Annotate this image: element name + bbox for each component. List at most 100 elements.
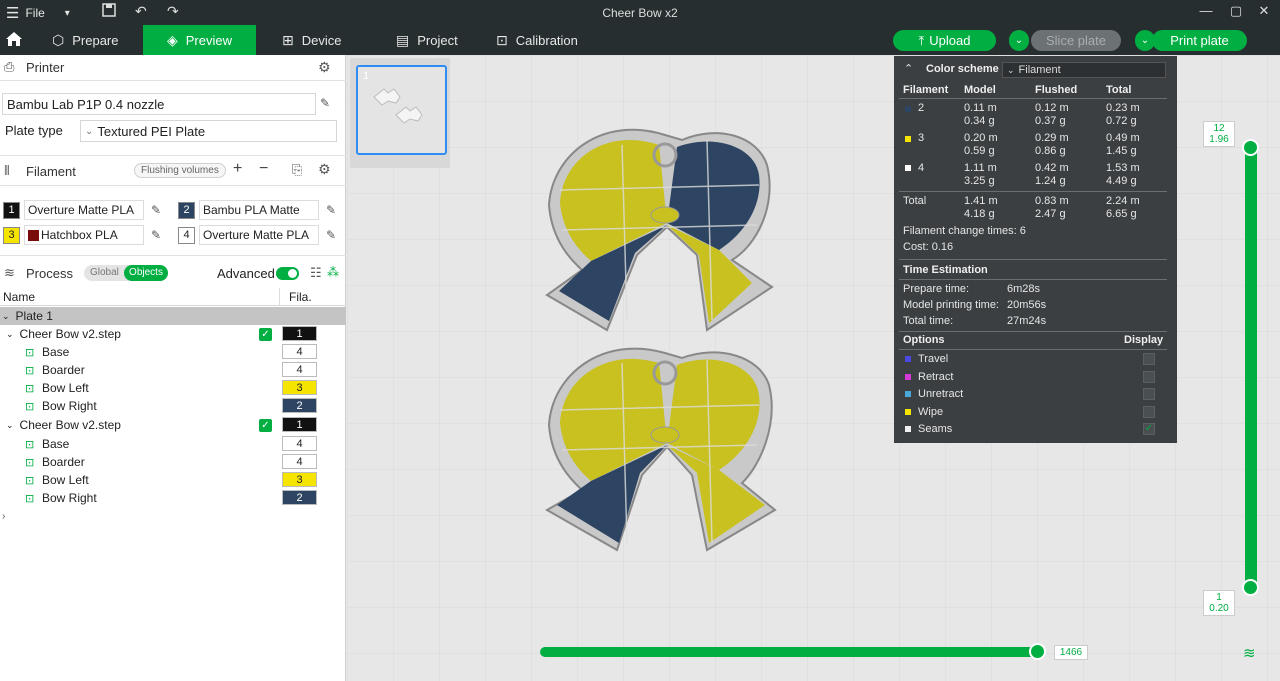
left-sidebar: ⎙ Printer ⚙ Bambu Lab P1P 0.4 nozzle ✎ P… <box>0 55 346 681</box>
object-filament[interactable]: 1 <box>282 326 317 341</box>
plate-type-label: Plate type <box>5 123 63 138</box>
flushing-volumes-button[interactable]: Flushing volumes <box>134 163 226 178</box>
flushed-length: 0.29 m <box>1035 132 1069 144</box>
layer-slider-bottom-handle[interactable] <box>1242 579 1259 596</box>
process-section-title: Process <box>26 265 73 281</box>
add-icon[interactable]: + <box>233 160 242 178</box>
collapse-icon[interactable]: ⌃ <box>904 62 913 75</box>
color-scheme-value: Filament <box>1018 64 1061 76</box>
remove-icon[interactable]: − <box>259 160 268 178</box>
layer-slider[interactable] <box>1245 146 1257 588</box>
unretract-checkbox[interactable] <box>1143 388 1155 400</box>
object-filament[interactable]: 1 <box>282 417 317 432</box>
edit-icon[interactable]: ✎ <box>326 228 336 242</box>
part-filament[interactable]: 3 <box>282 472 317 487</box>
part-row[interactable]: ⊡ Bow Left 3 <box>0 471 346 489</box>
chevron-down-icon: ⌄ <box>1007 64 1015 75</box>
part-row[interactable]: ⊡ Bow Left 3 <box>0 379 346 397</box>
retract-checkbox[interactable] <box>1143 371 1155 383</box>
redo-icon[interactable]: ↷ <box>167 3 179 20</box>
objects-option[interactable]: Objects <box>124 265 168 281</box>
divider <box>0 80 346 81</box>
layers-icon[interactable]: ≋ <box>1243 644 1256 662</box>
top-layer-height: 1.96 <box>1209 134 1229 145</box>
divider <box>899 279 1167 280</box>
flushed-weight: 0.86 g <box>1035 145 1066 157</box>
save-icon[interactable] <box>102 3 116 20</box>
tab-calibration[interactable]: ⊡ Calibration <box>486 25 596 55</box>
print-plate-label: Print plate <box>1170 33 1229 48</box>
plate-row[interactable]: ⌄ Plate 1 <box>0 307 346 325</box>
process-scope-toggle[interactable]: Global Objects <box>84 265 168 281</box>
edit-icon[interactable]: ✎ <box>151 203 161 217</box>
upload-label: Upload <box>929 33 971 48</box>
chevron-down-icon[interactable]: ▾ <box>65 8 70 19</box>
filament-slot-4[interactable]: 4 Overture Matte PLA <box>178 225 319 245</box>
tab-device[interactable]: ⊞ Device <box>272 25 372 55</box>
filament-slot-3[interactable]: 3 Hatchbox PLA <box>3 225 144 245</box>
list-view-icon[interactable]: ☷ <box>310 265 322 281</box>
slice-plate-button[interactable]: Slice plate <box>1031 30 1121 51</box>
undo-icon[interactable]: ↶ <box>135 3 147 20</box>
upload-dropdown[interactable]: ⌄ <box>1009 30 1029 51</box>
part-row[interactable]: ⊡ Boarder 4 <box>0 453 346 471</box>
seams-checkbox[interactable]: ✓ <box>1143 423 1155 435</box>
move-slider-handle[interactable] <box>1029 643 1046 660</box>
edit-icon[interactable]: ✎ <box>326 203 336 217</box>
chevron-down-icon[interactable]: ⌄ <box>6 329 14 340</box>
object-visible-checkbox[interactable]: ✓ <box>259 328 272 341</box>
tab-project[interactable]: ▤ Project <box>386 25 486 55</box>
minimize-icon[interactable]: — <box>1196 3 1216 18</box>
close-icon[interactable]: ✕ <box>1254 3 1274 19</box>
part-row[interactable]: ⊡ Bow Right 2 <box>0 489 346 507</box>
filament-section-title: Filament <box>26 163 76 179</box>
gear-icon[interactable]: ⚙ <box>318 161 331 178</box>
part-filament[interactable]: 4 <box>282 454 317 469</box>
upload-button[interactable]: ⤒ Upload <box>893 30 996 51</box>
chevron-down-icon[interactable]: ⌄ <box>6 420 14 431</box>
part-row[interactable]: ⊡ Bow Right 2 <box>0 397 346 415</box>
print-plate-button[interactable]: Print plate <box>1152 30 1247 51</box>
object-visible-checkbox[interactable]: ✓ <box>259 419 272 432</box>
wipe-checkbox[interactable] <box>1143 406 1155 418</box>
object-row[interactable]: ⌄ Cheer Bow v2.step ✓ 1 <box>0 416 346 434</box>
tab-prepare[interactable]: ⬡ Prepare <box>42 25 142 55</box>
prepare-time-label: Prepare time: <box>903 283 970 295</box>
compare-icon[interactable]: ⁂ <box>327 265 339 279</box>
part-filament[interactable]: 2 <box>282 490 317 505</box>
plate-type-select[interactable]: ⌄ Textured PEI Plate <box>80 120 337 142</box>
file-menu[interactable]: ☰ File ▾ <box>6 4 70 22</box>
total-length: 1.53 m <box>1106 162 1140 174</box>
part-row[interactable]: ⊡ Boarder 4 <box>0 361 346 379</box>
printer-select[interactable]: Bambu Lab P1P 0.4 nozzle <box>2 93 316 115</box>
travel-checkbox[interactable] <box>1143 353 1155 365</box>
chevron-down-icon[interactable]: ⌄ <box>2 311 10 322</box>
color-scheme-select[interactable]: ⌄ Filament <box>1002 62 1166 78</box>
part-filament[interactable]: 4 <box>282 344 317 359</box>
filament-slot-2[interactable]: 2 Bambu PLA Matte <box>178 200 319 220</box>
flushed-length: 0.12 m <box>1035 102 1069 114</box>
advanced-toggle[interactable] <box>276 267 299 280</box>
sync-icon[interactable]: ⎘ <box>292 162 302 178</box>
edit-icon[interactable]: ✎ <box>151 228 161 242</box>
upload-icon: ⤒ <box>918 32 925 48</box>
move-slider[interactable] <box>540 647 1040 657</box>
gear-icon[interactable]: ⚙ <box>318 59 331 76</box>
part-filament[interactable]: 4 <box>282 436 317 451</box>
part-filament[interactable]: 4 <box>282 362 317 377</box>
filament-slot-1[interactable]: 1 Overture Matte PLA <box>3 200 144 220</box>
chevron-right-icon[interactable]: › <box>2 511 5 522</box>
part-filament[interactable]: 2 <box>282 398 317 413</box>
edit-icon[interactable]: ✎ <box>320 96 330 110</box>
part-row[interactable]: ⊡ Base 4 <box>0 435 346 453</box>
tab-preview[interactable]: ◈ Preview <box>143 25 256 55</box>
maximize-icon[interactable]: ▢ <box>1226 3 1246 19</box>
filament-id: 3 <box>918 132 925 144</box>
part-filament[interactable]: 3 <box>282 380 317 395</box>
layer-slider-top-handle[interactable] <box>1242 139 1259 156</box>
home-icon[interactable] <box>4 29 24 49</box>
object-row[interactable]: ⌄ Cheer Bow v2.step ✓ 1 <box>0 325 346 343</box>
option-label: Retract <box>918 371 954 383</box>
global-option[interactable]: Global <box>90 267 119 278</box>
part-row[interactable]: ⊡ Base 4 <box>0 343 346 361</box>
